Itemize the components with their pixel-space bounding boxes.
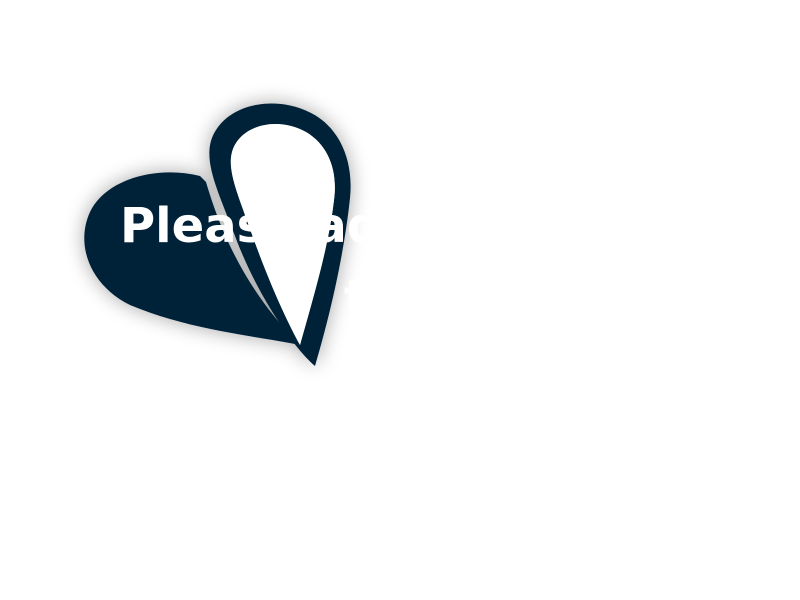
heart-graphic bbox=[0, 0, 800, 600]
screen: Please add t bbox=[0, 0, 800, 600]
heart-shape bbox=[84, 103, 351, 367]
half-filled-heart-icon bbox=[84, 103, 351, 367]
